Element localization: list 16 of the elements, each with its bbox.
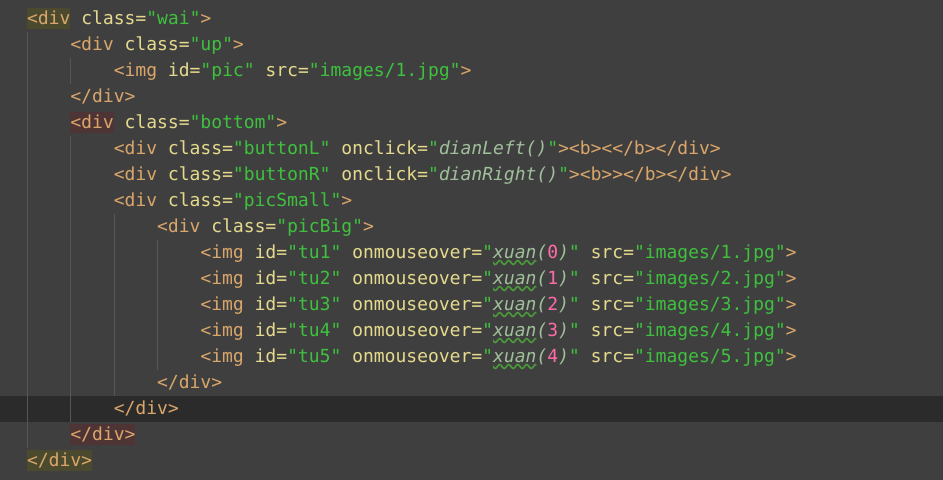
code-line: </div> — [70, 85, 136, 109]
code-line: <img id="tu3" onmouseover="xuan(2)" src="images/3.jpg"> — [200, 293, 796, 317]
code-line: <div class="picSmall"> — [114, 189, 352, 213]
code-line: </div> — [157, 371, 222, 395]
code-line: <img id="tu2" onmouseover="xuan(1)" src="images/2.jpg"> — [200, 267, 796, 291]
code-line: <div class="wai"> — [27, 7, 212, 31]
code-line: <div class="buttonR" onclick="dianRight()"><b>></b></div> — [114, 163, 732, 187]
code-line: <div class="bottom"> — [70, 111, 288, 135]
code-line: <div class="picBig"> — [157, 215, 374, 239]
code-line: <img id="tu5" onmouseover="xuan(4)" src="images/5.jpg"> — [200, 345, 796, 369]
code-line: <img id="pic" src="images/1.jpg"> — [114, 59, 472, 83]
code-line: <img id="tu4" onmouseover="xuan(3)" src="images/4.jpg"> — [200, 319, 796, 343]
code-line: <img id="tu1" onmouseover="xuan(0)" src="images/1.jpg"> — [200, 241, 796, 265]
code-line: <div class="up"> — [70, 33, 244, 57]
code-line: <div class="buttonL" onclick="dianLeft()"><b><</b></div> — [114, 137, 721, 161]
code-line: </div> — [114, 397, 179, 421]
